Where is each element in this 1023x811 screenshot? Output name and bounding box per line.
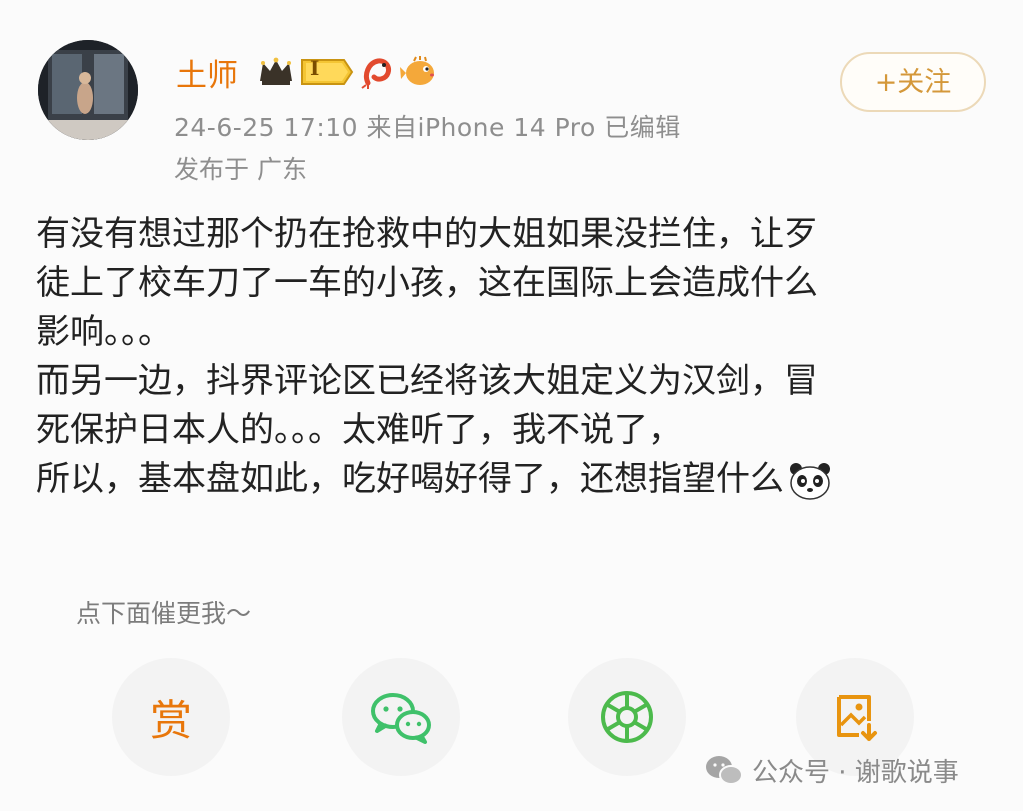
follow-button[interactable]: +关注 <box>840 52 986 112</box>
reward-button[interactable]: 赏 <box>112 658 230 776</box>
post-content: 有没有想过那个扔在抢救中的大姐如果没拦住，让歹 徒上了校车刀了一车的小孩，这在国… <box>36 210 986 504</box>
crown-icon <box>260 57 292 85</box>
wechat-icon <box>371 693 431 744</box>
post-line: 有没有想过那个扔在抢救中的大姐如果没拦住，让歹 <box>36 214 818 254</box>
post-location: 发布于 广东 <box>174 155 307 184</box>
share-moments-button[interactable] <box>568 658 686 776</box>
panda-emoji-icon <box>790 462 830 500</box>
shrimp-icon <box>361 58 391 89</box>
reward-label: 赏 <box>149 695 192 745</box>
urge-update-hint: 点下面催更我～ <box>76 599 252 628</box>
post-line: 死保护日本人的。。。太难听了，我不说了， <box>36 410 682 450</box>
pufferfish-icon <box>400 56 434 85</box>
post-meta: 24-6-25 17:10 来自iPhone 14 Pro 已编辑 <box>174 113 681 142</box>
username[interactable]: 土师 <box>176 50 238 95</box>
wechat-icon <box>706 756 743 785</box>
post-line-last: 所以，基本盘如此，吃好喝好得了，还想指望什么 <box>36 455 986 504</box>
post-line: 所以，基本盘如此，吃好喝好得了，还想指望什么 <box>36 459 784 499</box>
watermark: 公众号 · 谢歌说事 <box>704 752 959 788</box>
post-line: 而另一边，抖界评论区已经将该大姐定义为汉剑，冒 <box>36 361 818 401</box>
share-wechat-button[interactable] <box>342 658 460 776</box>
watermark-text: 公众号 · 谢歌说事 <box>752 757 959 788</box>
moments-icon <box>601 691 653 743</box>
level-badge <box>301 59 354 85</box>
level-badge-text: I <box>310 56 320 80</box>
user-badges: I <box>258 52 440 92</box>
avatar[interactable] <box>38 40 138 140</box>
post-line: 影响。。。 <box>36 312 172 352</box>
image-download-icon <box>837 695 877 741</box>
post-line: 徒上了校车刀了一车的小孩，这在国际上会造成什么 <box>36 263 818 303</box>
